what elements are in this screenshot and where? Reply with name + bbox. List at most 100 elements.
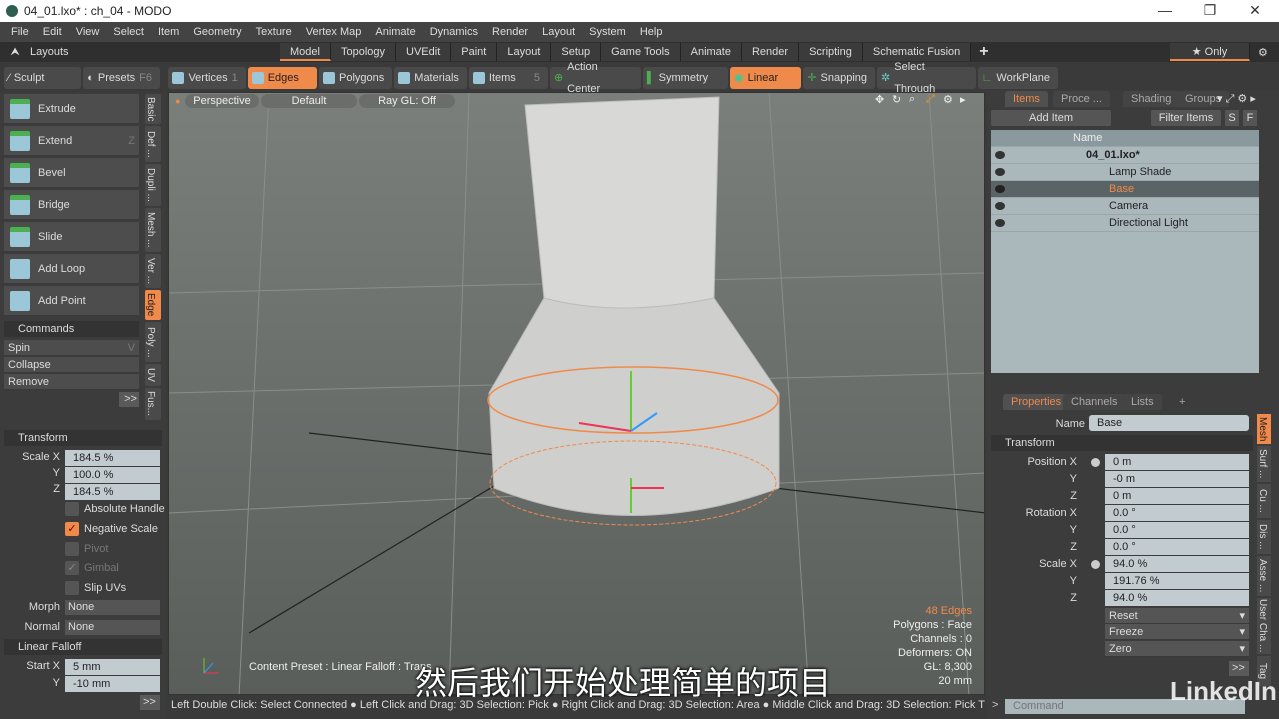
scale-x-field[interactable]: 184.5 % (65, 450, 160, 466)
menu-file[interactable]: File (4, 26, 36, 38)
bridge-tool[interactable]: Bridge (4, 190, 139, 220)
menu-view[interactable]: View (69, 26, 107, 38)
add-loop-tool[interactable]: Add Loop (4, 254, 139, 284)
gear-icon[interactable]: ⚙ (1258, 46, 1268, 59)
edges-button[interactable]: Edges (247, 67, 318, 89)
side-tab-basic[interactable]: Basic (145, 94, 161, 124)
absolute-handle-checkbox[interactable] (65, 502, 79, 516)
falloff-more-button[interactable]: >> (140, 695, 160, 710)
reset-dropdown[interactable]: Reset (1105, 608, 1249, 624)
select-through-button[interactable]: ✲ Select Through (877, 61, 976, 95)
item-row-directional-light[interactable]: Directional Light (991, 215, 1259, 232)
visibility-eye-icon[interactable] (995, 151, 1005, 159)
shading-default-button[interactable]: Default (261, 94, 357, 108)
name-field[interactable]: Base (1089, 415, 1249, 431)
linear-falloff-header[interactable]: Linear Falloff (4, 639, 162, 655)
rotation-y-field[interactable]: 0.0 ° (1105, 522, 1249, 538)
item-row-lamp-shade[interactable]: Lamp Shade (991, 164, 1259, 181)
visibility-eye-icon[interactable] (995, 168, 1005, 176)
start-x-field[interactable]: 5 mm (65, 659, 160, 675)
menu-texture[interactable]: Texture (249, 26, 299, 38)
freeze-dropdown[interactable]: Freeze (1105, 624, 1249, 640)
only-button[interactable]: ★ Only (1170, 43, 1250, 61)
tab-procedural[interactable]: Proce ... (1053, 91, 1110, 107)
add-layout-button[interactable]: + (971, 43, 996, 61)
layout-tab-layout[interactable]: Layout (497, 43, 552, 61)
properties-more-button[interactable]: >> (1229, 661, 1249, 676)
raygl-button[interactable]: Ray GL: Off (359, 94, 455, 108)
scale-z-field[interactable]: 184.5 % (65, 484, 160, 500)
tab-items[interactable]: Items (1005, 91, 1048, 107)
tab-channels[interactable]: Channels (1063, 394, 1126, 410)
side-tab-uv[interactable]: UV (145, 364, 161, 386)
tabs-dropdown-icon[interactable]: ▾ ⤢ ⚙ ▸ (1217, 92, 1256, 106)
menu-system[interactable]: System (582, 26, 633, 38)
keyframe-dot-icon[interactable] (1091, 458, 1100, 467)
negative-scale-checkbox[interactable]: ✓ (65, 522, 79, 536)
zero-dropdown[interactable]: Zero (1105, 641, 1249, 657)
side-tab-vertex[interactable]: Ver ... (145, 254, 161, 288)
position-z-field[interactable]: 0 m (1105, 488, 1249, 504)
side-tab-polygon[interactable]: Poly ... (145, 322, 161, 362)
menu-item[interactable]: Item (151, 26, 186, 38)
polygons-button[interactable]: Polygons (319, 67, 393, 89)
presets-button[interactable]: ◐ Presets F6 (83, 67, 161, 89)
visibility-eye-icon[interactable] (995, 219, 1005, 227)
remove-command[interactable]: Remove (4, 374, 139, 390)
viewport-gear-icon[interactable]: ⚙ (943, 93, 953, 106)
side-tab-curve[interactable]: Cu ... (1257, 484, 1271, 518)
menu-render[interactable]: Render (485, 26, 535, 38)
collapse-command[interactable]: Collapse (4, 357, 139, 373)
add-tab-button[interactable]: + (1171, 394, 1193, 410)
commands-more-button[interactable]: >> (119, 392, 139, 407)
add-point-tool[interactable]: Add Point (4, 286, 139, 316)
tab-lists[interactable]: Lists (1123, 394, 1162, 410)
linear-falloff-button[interactable]: ◉ Linear (730, 67, 802, 89)
slip-uvs-checkbox[interactable] (65, 581, 79, 595)
rotate-icon[interactable]: ↻ (892, 93, 901, 106)
item-row-base[interactable]: Base (991, 181, 1259, 198)
layout-tab-uvedit[interactable]: UVEdit (396, 43, 452, 61)
layout-tab-render[interactable]: Render (741, 43, 800, 61)
position-x-field[interactable]: 0 m (1105, 454, 1249, 470)
layout-tab-animate[interactable]: Animate (680, 43, 742, 61)
pivot-checkbox[interactable] (65, 542, 79, 556)
tab-properties[interactable]: Properties (1003, 394, 1070, 410)
snapping-button[interactable]: ✛ Snapping (803, 67, 876, 89)
keyframe-dot-icon[interactable] (1091, 560, 1100, 569)
menu-animate[interactable]: Animate (368, 26, 422, 38)
menu-layout[interactable]: Layout (535, 26, 582, 38)
viewport-menu-icon[interactable]: ● (175, 96, 180, 106)
menu-help[interactable]: Help (633, 26, 670, 38)
menu-edit[interactable]: Edit (36, 26, 69, 38)
side-tab-deform[interactable]: Def ... (145, 126, 161, 162)
layouts-up-icon[interactable]: ⮝ (0, 46, 30, 59)
side-tab-duplicate[interactable]: Dupli ... (145, 164, 161, 206)
properties-transform-header[interactable]: Transform (991, 435, 1253, 451)
side-tab-fusion[interactable]: Fus... (145, 388, 161, 420)
zoom-icon[interactable]: ⌕ (909, 93, 915, 106)
symmetry-button[interactable]: ▌ Symmetry (642, 67, 728, 89)
filter-items-button[interactable]: Filter Items (1151, 110, 1221, 126)
layout-tab-scripting[interactable]: Scripting (799, 43, 863, 61)
s-button[interactable]: S (1225, 110, 1239, 126)
3d-viewport[interactable]: ● Perspective Default Ray GL: Off ✥ ↻ ⌕ … (168, 92, 985, 695)
layout-tab-topology[interactable]: Topology (330, 43, 397, 61)
sculpt-button[interactable]: ⁄ Sculpt (4, 67, 82, 89)
transform-header[interactable]: Transform (4, 430, 162, 446)
side-tab-assembly[interactable]: Asse ... (1257, 556, 1271, 596)
item-row-camera[interactable]: Camera (991, 198, 1259, 215)
side-tab-display[interactable]: Dis ... (1257, 520, 1271, 554)
position-y-field[interactable]: -0 m (1105, 471, 1249, 487)
morph-select[interactable]: None (65, 600, 160, 615)
side-tab-user-channels[interactable]: User Cha ... (1257, 598, 1271, 654)
tab-shading[interactable]: Shading (1123, 91, 1180, 107)
f-button[interactable]: F (1243, 110, 1257, 126)
slide-tool[interactable]: Slide (4, 222, 139, 252)
side-tab-surface[interactable]: Surf ... (1257, 446, 1271, 482)
layout-tab-model[interactable]: Model (280, 43, 331, 61)
maximize-icon[interactable]: ⤢ (926, 93, 935, 106)
visibility-eye-icon[interactable] (995, 185, 1005, 193)
scale-z-field[interactable]: 94.0 % (1105, 590, 1249, 606)
vertices-button[interactable]: Vertices 1 (168, 67, 246, 89)
